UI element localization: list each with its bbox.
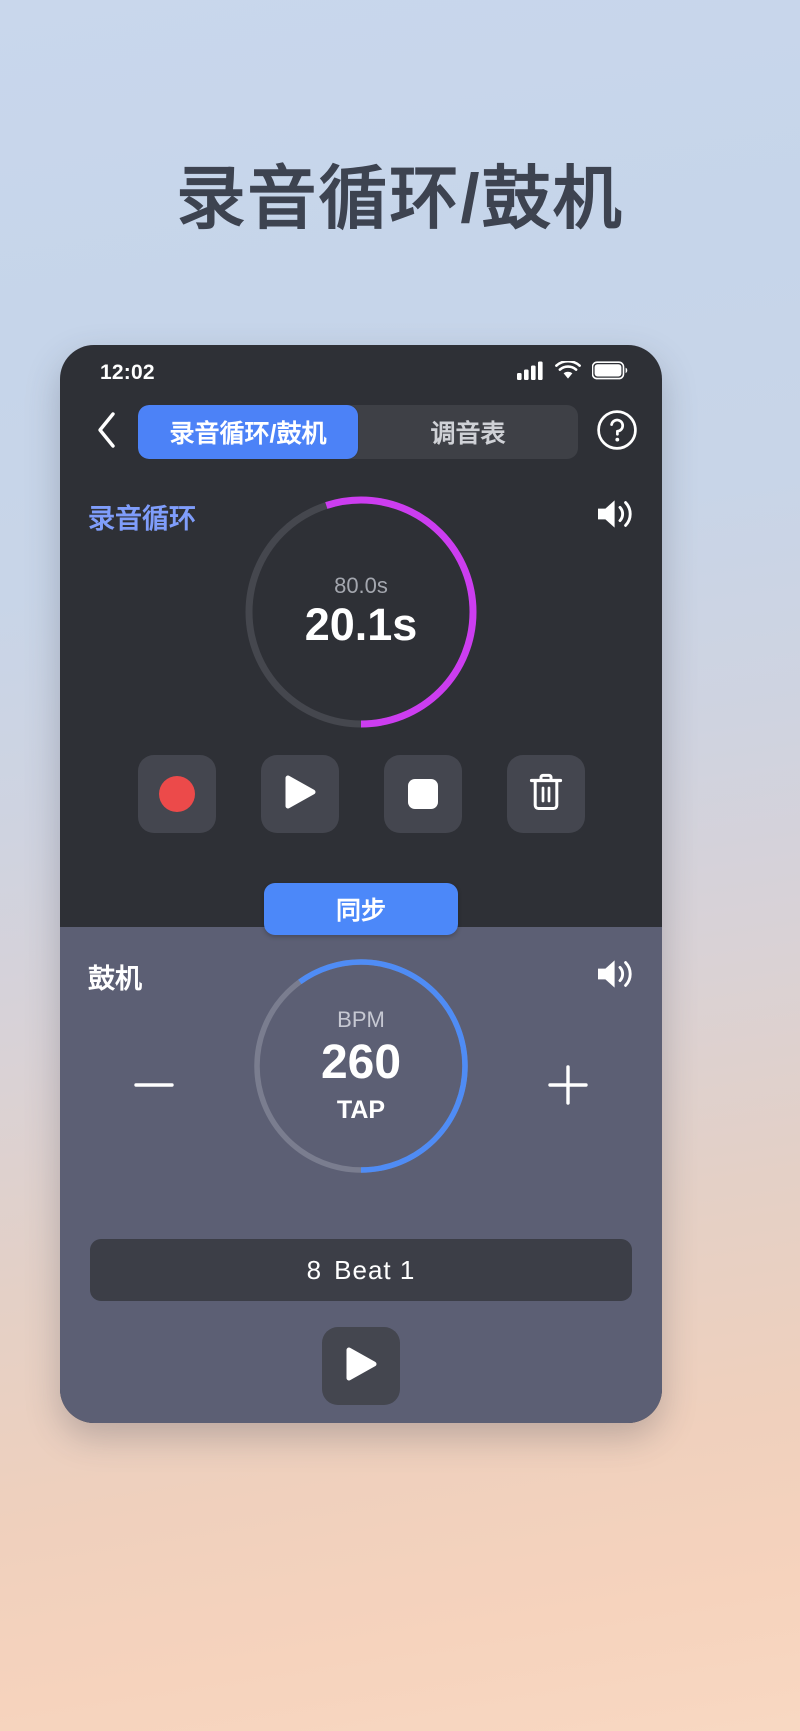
wifi-icon xyxy=(555,359,581,385)
nav-bar: 录音循环/鼓机 调音表 xyxy=(60,397,662,467)
stop-square-icon xyxy=(407,779,438,809)
drum-volume-button[interactable] xyxy=(594,955,636,998)
looper-volume-button[interactable] xyxy=(594,495,636,538)
bpm-increment-button[interactable] xyxy=(536,1055,600,1119)
looper-title: 录音循环 xyxy=(88,504,196,534)
bpm-dial[interactable]: BPM 260 TAP xyxy=(246,951,476,1181)
record-button[interactable] xyxy=(137,755,216,833)
loop-total-time: 80.0s xyxy=(334,573,388,599)
bpm-unit-label: BPM xyxy=(337,1006,385,1032)
drum-title: 鼓机 xyxy=(88,964,142,994)
speaker-wave-icon xyxy=(594,960,636,997)
speaker-wave-icon xyxy=(594,500,636,537)
plus-icon xyxy=(542,1059,594,1116)
status-bar: 12:02 xyxy=(60,345,662,395)
tab-looper-drum[interactable]: 录音循环/鼓机 xyxy=(138,405,358,459)
sync-button[interactable]: 同步 xyxy=(264,883,458,935)
looper-section: 录音循环 80.0s 20.1s xyxy=(60,467,662,927)
beat-pattern-name: Beat 1 xyxy=(334,1254,416,1285)
tab-segmented-control[interactable]: 录音循环/鼓机 调音表 xyxy=(138,405,578,459)
page-title: 录音循环/鼓机 xyxy=(176,160,624,237)
delete-button[interactable] xyxy=(506,755,585,833)
play-triangle-icon xyxy=(344,1346,378,1387)
status-time: 12:02 xyxy=(100,361,155,384)
stop-button[interactable] xyxy=(383,755,462,833)
cellular-signal-icon xyxy=(517,361,544,385)
bpm-decrement-button[interactable] xyxy=(122,1055,186,1119)
drum-machine-section: 鼓机 BPM 260 TAP 8 Beat 1 xyxy=(60,927,662,1423)
bpm-value: 260 xyxy=(320,1035,402,1089)
back-button[interactable] xyxy=(86,409,128,455)
minus-icon xyxy=(128,1059,180,1116)
drum-play-button[interactable] xyxy=(322,1327,400,1405)
phone-mockup: 12:02 录音循环/鼓机 调音表 录音循环 80.0s 20.1s 同步 鼓机… xyxy=(60,345,662,1423)
looper-transport xyxy=(60,755,662,833)
loop-timer-dial[interactable]: 80.0s 20.1s xyxy=(236,487,486,737)
record-circle-icon xyxy=(158,776,195,812)
battery-icon xyxy=(591,361,628,385)
bpm-readout: BPM 260 TAP xyxy=(246,951,476,1181)
chevron-left-icon xyxy=(95,411,119,454)
beat-count: 8 xyxy=(306,1254,323,1285)
tab-tuner[interactable]: 调音表 xyxy=(358,405,578,459)
question-mark-circle-icon xyxy=(596,409,638,456)
tap-tempo-label[interactable]: TAP xyxy=(337,1096,385,1125)
beat-selector[interactable]: 8 Beat 1 xyxy=(90,1239,632,1301)
play-button[interactable] xyxy=(260,755,339,833)
trash-icon xyxy=(528,772,564,817)
loop-timer-readout: 80.0s 20.1s xyxy=(236,487,486,737)
status-icons xyxy=(517,359,628,385)
loop-current-time: 20.1s xyxy=(304,599,418,651)
help-button[interactable] xyxy=(594,409,640,455)
play-triangle-icon xyxy=(283,774,317,815)
